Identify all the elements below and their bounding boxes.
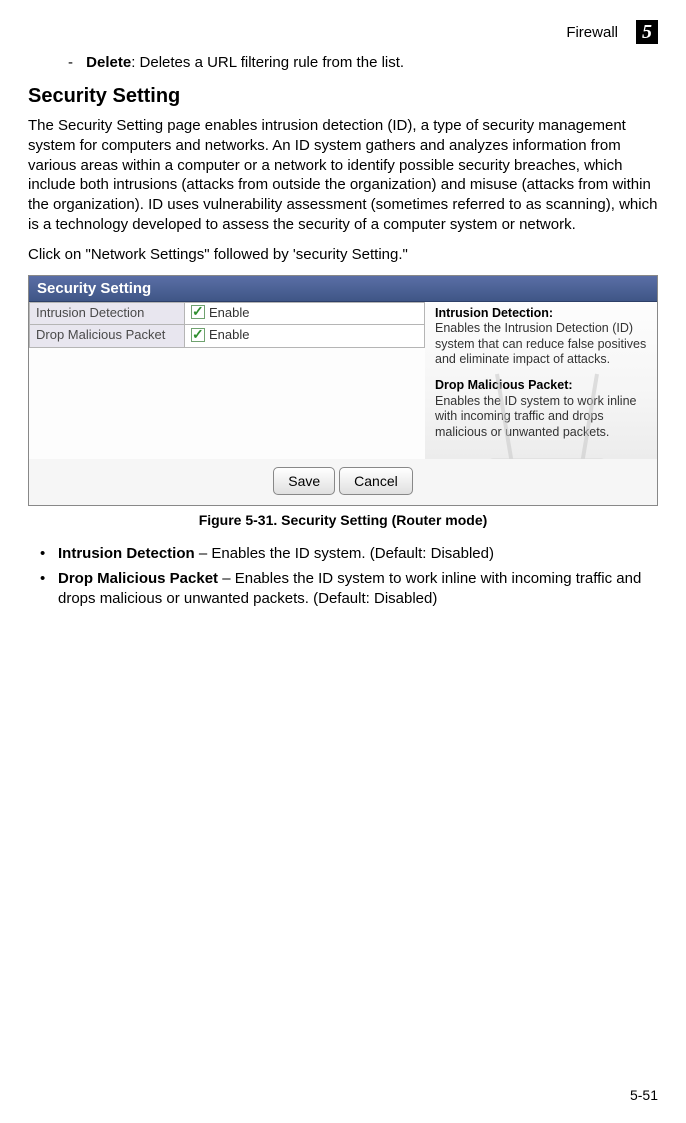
figure-panel-title: Security Setting	[29, 276, 657, 302]
checkbox-label: Enable	[209, 305, 249, 320]
help-text-2: Enables the ID system to work inline wit…	[435, 394, 636, 439]
drop-enable-checkbox[interactable]: Enable	[191, 327, 249, 342]
dash-icon: -	[68, 54, 82, 71]
delete-desc: : Deletes a URL filtering rule from the …	[131, 54, 404, 71]
delete-sub-item: - Delete: Deletes a URL filtering rule f…	[28, 54, 658, 71]
help-panel: Intrusion Detection: Enables the Intrusi…	[425, 302, 657, 459]
settings-table: Intrusion Detection Enable Drop Maliciou…	[29, 302, 425, 348]
cancel-button[interactable]: Cancel	[339, 467, 413, 495]
bullet-1-text: – Enables the ID system. (Default: Disab…	[195, 545, 494, 562]
help-heading-2: Drop Malicious Packet:	[435, 378, 573, 392]
row-label-drop: Drop Malicious Packet	[30, 325, 185, 348]
list-item: Intrusion Detection – Enables the ID sys…	[46, 544, 658, 564]
page-header: Firewall 5	[28, 20, 658, 44]
checkbox-label: Enable	[209, 327, 249, 342]
bullet-2-label: Drop Malicious Packet	[58, 570, 218, 587]
checkbox-icon	[191, 328, 205, 342]
chapter-badge: 5	[636, 20, 658, 44]
help-text-1: Enables the Intrusion Detection (ID) sys…	[435, 321, 646, 366]
paragraph-1: The Security Setting page enables intrus…	[28, 116, 658, 235]
page-number: 5-51	[630, 1087, 658, 1103]
delete-label: Delete	[86, 54, 131, 71]
table-row: Intrusion Detection Enable	[30, 302, 425, 325]
help-heading-1: Intrusion Detection:	[435, 306, 553, 320]
list-item: Drop Malicious Packet – Enables the ID s…	[46, 569, 658, 609]
security-setting-figure: Security Setting Intrusion Detection Ena…	[28, 275, 658, 506]
row-label-intrusion: Intrusion Detection	[30, 302, 185, 325]
paragraph-2: Click on "Network Settings" followed by …	[28, 245, 658, 265]
intrusion-enable-checkbox[interactable]: Enable	[191, 305, 249, 320]
header-section: Firewall	[566, 24, 618, 41]
section-title: Security Setting	[28, 85, 658, 108]
save-button[interactable]: Save	[273, 467, 335, 495]
feature-bullets: Intrusion Detection – Enables the ID sys…	[28, 544, 658, 609]
checkbox-icon	[191, 305, 205, 319]
figure-caption: Figure 5-31. Security Setting (Router mo…	[28, 512, 658, 528]
bullet-1-label: Intrusion Detection	[58, 545, 195, 562]
table-row: Drop Malicious Packet Enable	[30, 325, 425, 348]
